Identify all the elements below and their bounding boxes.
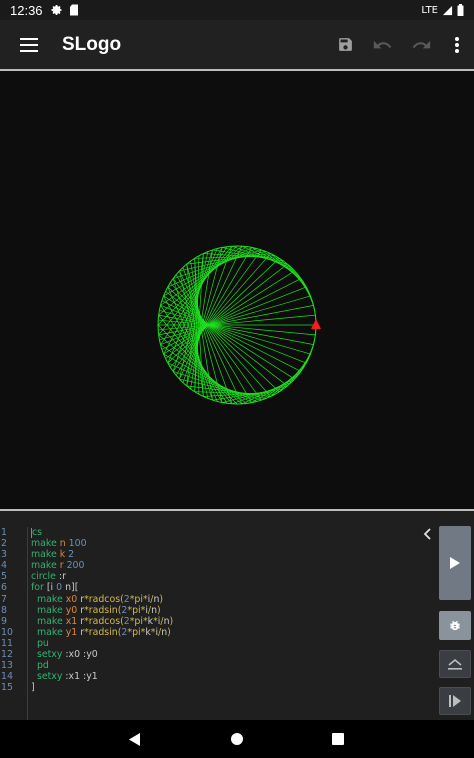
line-number: 11 — [1, 637, 13, 649]
back-icon — [129, 732, 140, 746]
line-number: 12 — [1, 649, 13, 661]
chevron-left-icon — [423, 528, 431, 540]
line-number: 5 — [1, 571, 7, 583]
splitter[interactable] — [0, 511, 474, 521]
line-number: 4 — [1, 560, 7, 572]
debug-button[interactable] — [439, 611, 471, 640]
navigation-bar — [0, 720, 474, 758]
turtle-canvas[interactable] — [0, 71, 474, 509]
turtle-drawing — [157, 245, 321, 405]
code-line[interactable]: make y0 r*radsin(2*pi*i/n) — [31, 605, 426, 616]
chord-line — [163, 353, 252, 403]
step-button[interactable] — [439, 687, 471, 715]
code-line[interactable]: make r 200 — [31, 560, 426, 571]
app-bar: SLogo — [0, 20, 474, 69]
line-number: 6 — [1, 582, 7, 594]
status-time: 12:36 — [10, 2, 43, 18]
overflow-icon — [455, 36, 459, 53]
code-editor[interactable]: 1 2 3 4 5 6 7 8 9 10 11 12 13 14 15 cs ma… — [0, 521, 474, 720]
step-up-button[interactable] — [439, 650, 471, 678]
status-bar: 12:36 LTE — [0, 0, 474, 20]
chord-line — [167, 258, 280, 364]
line-number: 13 — [1, 660, 13, 672]
overflow-menu-button[interactable] — [440, 20, 474, 69]
run-button[interactable] — [439, 526, 471, 600]
run-icon — [450, 557, 460, 569]
code-line[interactable]: make n 100 — [31, 538, 426, 549]
recents-icon — [332, 733, 344, 745]
line-gutter: 1 2 3 4 5 6 7 8 9 10 11 12 13 14 15 — [0, 527, 28, 720]
code-line[interactable]: circle :r — [31, 571, 426, 582]
line-number: 3 — [1, 549, 7, 561]
undo-button[interactable] — [364, 20, 402, 69]
undo-icon — [373, 40, 392, 48]
battery-icon — [457, 4, 464, 16]
save-icon — [338, 38, 352, 51]
line-number: 15 — [1, 682, 13, 694]
code-line[interactable]: make x0 r*radcos(2*pi*i/n) — [31, 594, 426, 605]
recents-button[interactable] — [318, 720, 358, 758]
network-label: LTE — [421, 4, 438, 16]
code-line[interactable]: make y1 r*radsin(2*pi*k*i/n) — [31, 627, 426, 638]
signal-icon — [442, 5, 453, 15]
chord-line — [241, 378, 295, 405]
sd-card-icon — [69, 4, 78, 16]
line-number: 14 — [1, 671, 13, 683]
step-icon — [449, 695, 461, 707]
chord-line — [160, 246, 248, 306]
line-number: 2 — [1, 538, 7, 550]
home-icon — [231, 733, 243, 745]
chord-line — [167, 286, 280, 392]
debug-bug-icon — [450, 620, 460, 630]
code-line[interactable]: setxy :x1 :y1 — [31, 671, 426, 682]
line-number: 7 — [1, 593, 7, 605]
redo-button[interactable] — [402, 20, 440, 69]
code-line[interactable]: make k 2 — [31, 549, 426, 560]
code-line[interactable]: ] — [31, 682, 426, 693]
home-button[interactable] — [217, 720, 257, 758]
collapse-editor-button[interactable] — [418, 525, 436, 543]
save-button[interactable] — [326, 20, 364, 69]
line-number: 8 — [1, 604, 7, 616]
settings-gear-icon — [51, 5, 62, 15]
code-text[interactable]: cs make n 100 make k 2 make r 200 circle :r f… — [31, 527, 426, 720]
redo-icon — [412, 40, 431, 48]
line-number: 9 — [1, 615, 7, 627]
code-line[interactable]: for [i 0 n][ — [31, 582, 426, 593]
line-number: 1 — [1, 527, 7, 538]
code-line[interactable]: make x1 r*radcos(2*pi*k*i/n) — [31, 616, 426, 627]
step-up-icon — [448, 658, 462, 670]
turtle-icon — [311, 319, 321, 329]
chord-line — [179, 270, 209, 399]
menu-icon — [20, 37, 38, 52]
code-line[interactable]: cs — [31, 527, 426, 538]
app-title: SLogo — [62, 33, 122, 55]
line-number: 10 — [1, 626, 13, 638]
code-line[interactable]: pu — [31, 638, 426, 649]
chord-line — [167, 286, 218, 402]
code-line[interactable]: setxy :x0 :y0 — [31, 649, 426, 660]
back-button[interactable] — [115, 720, 155, 758]
menu-button[interactable] — [0, 20, 58, 69]
code-line[interactable]: pd — [31, 660, 426, 671]
